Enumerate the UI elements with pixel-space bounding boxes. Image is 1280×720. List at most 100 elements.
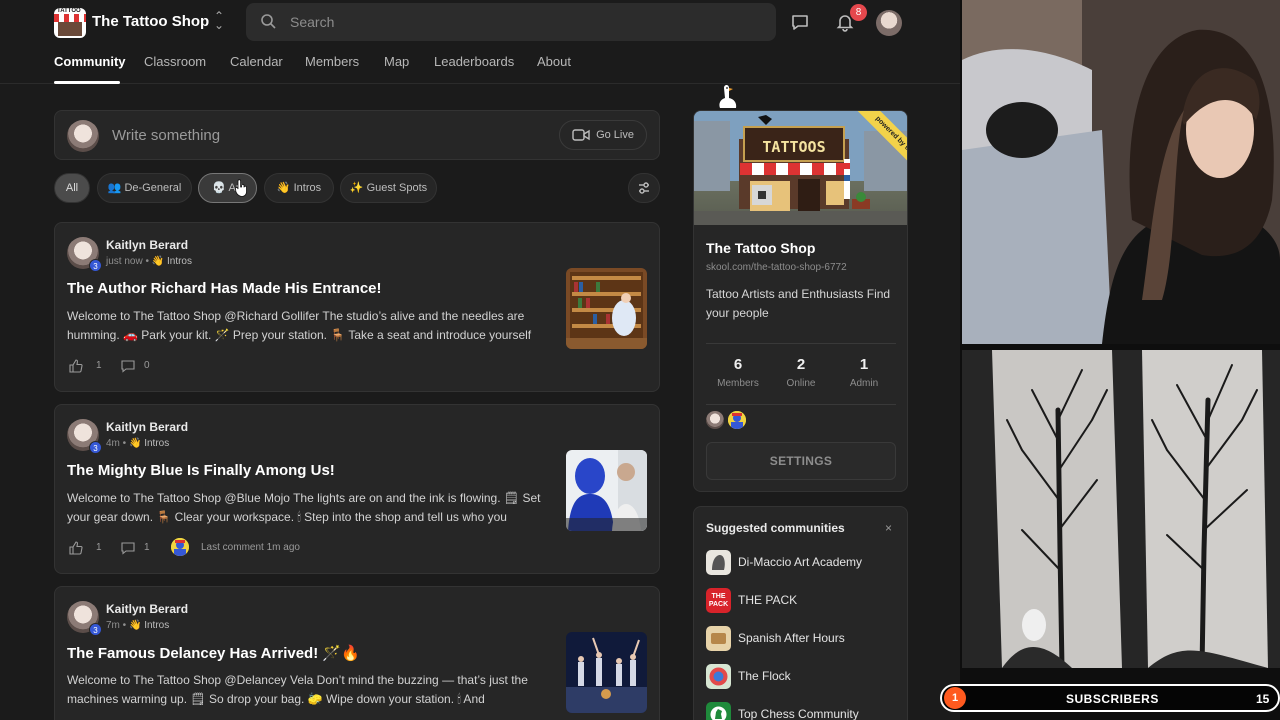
comment-icon[interactable] <box>121 541 135 555</box>
community-logo[interactable]: TATTOO <box>54 8 86 38</box>
post-time: just now <box>106 256 143 267</box>
member-avatar[interactable] <box>706 411 724 429</box>
goose-mascot-icon <box>719 85 737 108</box>
stat-members[interactable]: 6 Members <box>707 356 769 389</box>
like-count: 1 <box>96 542 102 553</box>
suggested-community-item[interactable]: The Flock <box>706 664 901 690</box>
comment-count: 1 <box>144 542 150 553</box>
post-time: 7m <box>106 620 120 631</box>
post-composer[interactable]: Write something Go Live <box>54 110 660 160</box>
user-avatar[interactable] <box>876 10 902 36</box>
tab-map[interactable]: Map <box>384 54 409 69</box>
suggested-community-item[interactable]: Di-Maccio Art Academy <box>706 550 901 576</box>
subscribers-goal: 15 <box>1256 692 1270 706</box>
suggested-community-item[interactable]: THE PACK THE PACK <box>706 588 901 614</box>
filter-guest-spots[interactable]: ✨ Guest Spots <box>340 173 437 203</box>
post-body[interactable]: Welcome to The Tattoo Shop @Blue Mojo Th… <box>67 489 559 527</box>
post-title[interactable]: The Famous Delancey Has Arrived! 🪄🔥 <box>67 644 557 662</box>
tab-classroom[interactable]: Classroom <box>144 54 206 69</box>
level-badge: 3 <box>89 623 102 636</box>
post-card[interactable]: 3 Kaitlyn Berard 7m • 👋 Intros The Famou… <box>54 586 660 720</box>
post-category[interactable]: 👋 Intros <box>152 256 192 267</box>
post-category[interactable]: 👋 Intros <box>129 438 169 449</box>
post-title[interactable]: The Mighty Blue Is Finally Among Us! <box>67 462 557 479</box>
subscribers-label: SUBSCRIBERS <box>1066 692 1159 706</box>
chat-icon[interactable] <box>790 12 810 32</box>
group-info-card: TATTOOS powered by skool The Tattoo Shop… <box>693 110 908 492</box>
group-description: Tattoo Artists and Enthusiasts Find your… <box>706 287 891 320</box>
post-author[interactable]: Kaitlyn Berard <box>106 238 188 252</box>
group-url[interactable]: skool.com/the-tattoo-shop-6772 <box>706 262 847 273</box>
suggested-community-item[interactable]: Spanish After Hours <box>706 626 901 652</box>
filter-de-general[interactable]: 👥 De-General <box>97 173 192 203</box>
stat-label: Members <box>717 378 759 389</box>
post-body[interactable]: Welcome to The Tattoo Shop @Delancey Vel… <box>67 671 559 709</box>
commenter-avatar[interactable] <box>171 538 189 556</box>
streamer-webcam-image <box>962 0 1280 344</box>
post-thumbnail[interactable] <box>566 268 647 349</box>
stat-online[interactable]: 2 Online <box>770 356 832 389</box>
post-title[interactable]: The Author Richard Has Made His Entrance… <box>67 280 557 297</box>
top-bar: TATTOO The Tattoo Shop ⌃⌄ 8 Community Cl… <box>0 0 960 84</box>
post-meta: just now • 👋 Intros <box>106 256 192 267</box>
composer-avatar <box>67 120 99 152</box>
tab-community[interactable]: Community <box>54 54 126 69</box>
community-name: Spanish After Hours <box>738 631 845 645</box>
go-live-label: Go Live <box>596 129 634 141</box>
stat-label: Admin <box>849 378 879 389</box>
filter-intros[interactable]: 👋 Intros <box>264 173 334 203</box>
level-badge: 3 <box>89 259 102 272</box>
filter-all[interactable]: All <box>54 173 90 203</box>
member-avatar[interactable] <box>728 411 746 429</box>
close-icon[interactable]: × <box>885 521 892 535</box>
ribbon-text: powered by skool <box>855 111 907 181</box>
stat-number: 6 <box>733 356 743 373</box>
post-thumbnail[interactable] <box>566 450 647 531</box>
powered-by-skool-ribbon[interactable]: powered by skool <box>839 111 907 181</box>
community-icon <box>706 702 731 720</box>
sliders-icon <box>639 182 649 194</box>
search-bar[interactable] <box>246 3 776 41</box>
tab-leaderboards[interactable]: Leaderboards <box>434 54 514 69</box>
community-name: THE PACK <box>738 593 798 607</box>
stat-number: 1 <box>859 356 869 373</box>
notification-badge: 8 <box>850 4 867 21</box>
post-body[interactable]: Welcome to The Tattoo Shop @Richard Goll… <box>67 307 559 345</box>
like-icon[interactable] <box>69 541 83 555</box>
settings-button[interactable]: SETTINGS <box>706 442 896 480</box>
switch-community-icon[interactable]: ⌃ ⌄ <box>214 10 224 31</box>
group-cover-image: TATTOOS powered by skool <box>694 111 907 225</box>
post-card[interactable]: 3 Kaitlyn Berard 4m • 👋 Intros The Might… <box>54 404 660 574</box>
tab-calendar[interactable]: Calendar <box>230 54 283 69</box>
post-meta: 4m • 👋 Intros <box>106 438 170 449</box>
filter-art[interactable]: 💀 Art <box>198 173 257 203</box>
community-icon <box>706 550 731 575</box>
tab-about[interactable]: About <box>537 54 571 69</box>
comment-icon[interactable] <box>121 359 135 373</box>
tattoo-photo <box>962 350 1280 668</box>
post-card[interactable]: 3 Kaitlyn Berard just now • 👋 Intros The… <box>54 222 660 392</box>
post-author[interactable]: Kaitlyn Berard <box>106 602 188 616</box>
logo-shopfront <box>58 22 82 36</box>
like-icon[interactable] <box>69 359 83 373</box>
divider <box>706 404 896 405</box>
tab-members[interactable]: Members <box>305 54 359 69</box>
suggested-community-item[interactable]: Top Chess Community <box>706 702 901 720</box>
active-tab-indicator <box>54 81 120 84</box>
stat-admin[interactable]: 1 Admin <box>833 356 895 389</box>
post-author[interactable]: Kaitlyn Berard <box>106 420 188 434</box>
post-thumbnail[interactable] <box>566 632 647 713</box>
video-camera-icon <box>572 129 590 141</box>
go-live-button[interactable]: Go Live <box>559 120 647 150</box>
group-title: The Tattoo Shop <box>706 240 816 256</box>
community-icon <box>706 664 731 689</box>
community-name[interactable]: The Tattoo Shop <box>92 13 209 30</box>
composer-placeholder[interactable]: Write something <box>112 127 220 144</box>
post-category[interactable]: 👋 Intros <box>129 620 169 631</box>
post-time: 4m <box>106 438 120 449</box>
search-input[interactable] <box>290 3 760 41</box>
community-name: Top Chess Community <box>738 707 859 720</box>
filter-settings-button[interactable] <box>628 173 660 203</box>
community-name: Di-Maccio Art Academy <box>738 555 863 569</box>
community-name: The Flock <box>738 669 791 683</box>
